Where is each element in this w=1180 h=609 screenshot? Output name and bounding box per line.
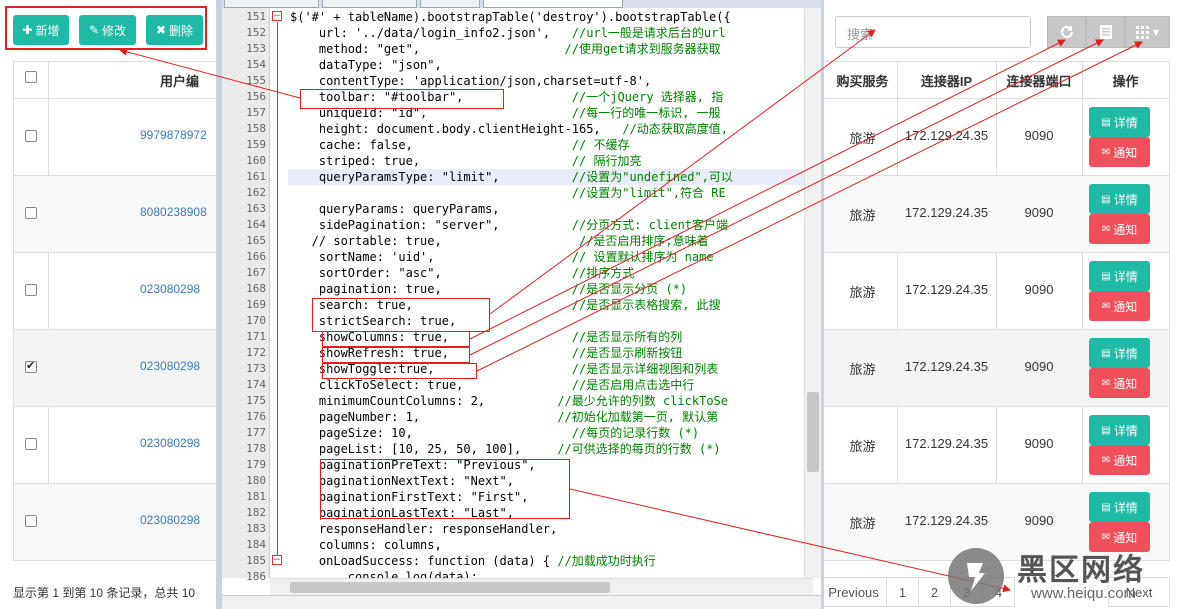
annotation-arrows (119, 29, 1143, 593)
logo-mark-icon (948, 548, 1004, 604)
watermark-logo: 黑区网络 www.heiqu.com (945, 545, 1180, 609)
